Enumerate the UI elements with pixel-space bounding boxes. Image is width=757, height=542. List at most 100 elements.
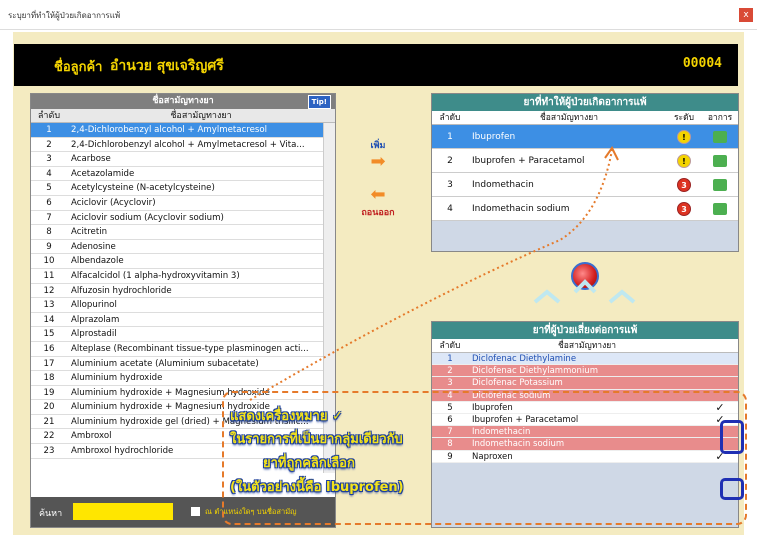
annotation-line-2: ในรายการที่เป็นยากลุ่มเดียวกับ	[230, 432, 403, 447]
risk-row[interactable]: 1 Diclofenac Diethylamine	[432, 353, 738, 366]
drug-row[interactable]: 3 Acarbose	[31, 152, 335, 167]
drug-row-index: 22	[43, 431, 55, 442]
drug-row-name: Alfacalcidol (1 alpha-hydroxyvitamin 3)	[71, 270, 240, 281]
allergy-row-index: 1	[447, 132, 453, 142]
tip-button[interactable]: Tip!	[307, 95, 331, 109]
drug-row-index: 20	[43, 402, 55, 413]
symptom-cell[interactable]	[702, 149, 738, 172]
drug-row-index: 13	[43, 300, 55, 311]
allergy-row-name: Ibuprofen	[472, 132, 516, 142]
drug-row-index: 18	[43, 373, 55, 384]
add-button-label: เพิ่ม	[370, 141, 386, 151]
drug-row-index: 1	[46, 125, 52, 135]
allergy-row[interactable]: 3 Indomethacin 3	[432, 173, 738, 197]
customer-label: ชื่อลูกค้า	[54, 60, 103, 75]
risk-row[interactable]: 2 Diclofenac Diethylammonium	[432, 365, 738, 378]
drug-row[interactable]: 15 Alprostadil	[31, 327, 335, 342]
annotation-line-3: ยาที่ถูกคลิกเลือก	[263, 456, 355, 471]
drug-row-index: 23	[43, 446, 55, 457]
highlight-box	[720, 420, 744, 454]
drug-row[interactable]: 16 Alteplase (Recombinant tissue-type pla…	[31, 342, 335, 357]
edit-note-icon[interactable]	[713, 154, 727, 167]
symptom-cell[interactable]	[702, 197, 738, 220]
allergy-col-level: ระดับ	[673, 113, 695, 123]
severity-cell: !	[666, 149, 702, 172]
drug-row-name: Acitretin	[71, 227, 108, 238]
drug-row-name: 2,4-Dichlorobenzyl alcohol + Amylmetacre…	[71, 139, 305, 150]
drug-row-name: Alprazolam	[71, 314, 120, 325]
drug-list-header: ลำดับ ชื่อสามัญทางยา	[31, 109, 335, 123]
drug-row[interactable]: 14 Alprazolam	[31, 313, 335, 328]
severity-icon: !	[677, 153, 691, 168]
annotation-line-4: (ในตัวอย่างนี้คือ Ibuprofen)	[230, 480, 404, 495]
drug-row-index: 8	[46, 227, 52, 238]
drug-row-index: 9	[46, 241, 52, 252]
drug-row-name: Alteplase (Recombinant tissue-type plasm…	[71, 343, 309, 354]
drug-row-name: Aluminium hydroxide	[71, 373, 163, 384]
drug-row[interactable]: 18 Aluminium hydroxide	[31, 371, 335, 386]
drug-row-index: 21	[43, 416, 55, 427]
drug-row[interactable]: 12 Alfuzosin hydrochloride	[31, 284, 335, 299]
severity-cell: !	[666, 125, 702, 148]
risk-title: ยาที่ผู้ป่วยเสี่ยงต่อการแพ้	[432, 322, 738, 339]
drug-row[interactable]: 6 Aciclovir (Acyclovir)	[31, 196, 335, 211]
allergy-row[interactable]: 2 Ibuprofen + Paracetamol!	[432, 149, 738, 173]
allergy-col-name: ชื่อสามัญทางยา	[540, 113, 598, 123]
search-input[interactable]	[73, 503, 173, 520]
allergy-row[interactable]: 4 Indomethacin sodium 3	[432, 197, 738, 221]
drug-row-name: Acarbose	[71, 154, 111, 165]
symptom-cell[interactable]	[702, 173, 738, 196]
symptom-cell[interactable]	[702, 125, 738, 148]
edit-note-icon[interactable]	[713, 178, 727, 191]
title-bar: ระบุยาที่ทำให้ผู้ป่วยเกิดอาการแพ้ x	[0, 0, 757, 30]
risk-row-index: 3	[447, 378, 453, 389]
drug-row-index: 6	[46, 197, 52, 208]
edit-note-icon[interactable]	[713, 202, 727, 215]
drug-row[interactable]: 13 Allopurinol	[31, 298, 335, 313]
risk-row-index: 1	[447, 354, 453, 364]
drug-row[interactable]: 10 Albendazole	[31, 254, 335, 269]
allergy-col-symptom: อาการ	[707, 113, 733, 123]
risk-row-name: Diclofenac Diethylamine	[472, 354, 577, 364]
drug-row[interactable]: 7 Aciclovir sodium (Acyclovir sodium)	[31, 211, 335, 226]
arrow-right-icon: ➡	[370, 151, 386, 172]
allergy-col-index: ลำดับ	[439, 113, 461, 123]
allergy-row-name: Ibuprofen + Paracetamol	[472, 156, 585, 166]
risk-row-name: Diclofenac Diethylammonium	[472, 366, 598, 377]
drug-row[interactable]: 11 Alfacalcidol (1 alpha-hydroxyvitamin 3…	[31, 269, 335, 284]
drug-row-index: 10	[43, 256, 55, 267]
drug-row-index: 11	[43, 270, 55, 281]
drug-row[interactable]: 1 2,4-Dichlorobenzyl alcohol + Amylmetacr…	[31, 123, 335, 138]
check-icon	[702, 353, 738, 364]
drug-row-index: 7	[46, 212, 52, 223]
arrow-left-icon: ⬅	[370, 184, 386, 205]
drug-row-index: 12	[43, 285, 55, 296]
drug-row[interactable]: 2 2,4-Dichlorobenzyl alcohol + Amylmetacr…	[31, 138, 335, 153]
allergy-row-index: 2	[447, 156, 453, 166]
allergy-row-index: 4	[447, 204, 453, 214]
drug-row[interactable]: 4 Acetazolamide	[31, 167, 335, 182]
edit-note-icon[interactable]	[713, 130, 727, 143]
allergy-rows: 1 Ibuprofen! 2 Ibuprofen + Paracetamol! 3 Ind…	[432, 125, 738, 221]
drug-row[interactable]: 8 Acitretin	[31, 225, 335, 240]
remove-button[interactable]: ⬅ ถอนออก	[355, 185, 401, 219]
allergy-panel: ยาที่ทำให้ผู้ป่วยเกิดอาการแพ้ ลำดับ ชื่อ…	[431, 93, 739, 252]
customer-header: ชื่อลูกค้า อำนวย สุขเจริญศรี 00004	[14, 44, 738, 86]
drug-row-name: Aciclovir sodium (Acyclovir sodium)	[71, 212, 224, 223]
drug-row-index: 4	[46, 168, 52, 179]
allergy-row[interactable]: 1 Ibuprofen!	[432, 125, 738, 149]
risk-row[interactable]: 3 Diclofenac Potassium	[432, 377, 738, 390]
risk-col-index: ลำดับ	[439, 341, 461, 351]
drug-row[interactable]: 17 Aluminium acetate (Aluminium subacetat…	[31, 357, 335, 372]
drug-row-name: Aciclovir (Acyclovir)	[71, 197, 156, 208]
drug-row[interactable]: 5 Acetylcysteine (N-acetylcysteine)	[31, 181, 335, 196]
drug-row-index: 3	[46, 154, 52, 165]
add-button[interactable]: เพิ่ม ➡	[355, 138, 401, 172]
search-anywhere-checkbox[interactable]	[191, 507, 200, 516]
drug-row[interactable]: 9 Adenosine	[31, 240, 335, 255]
allergy-title: ยาที่ทำให้ผู้ป่วยเกิดอาการแพ้	[432, 94, 738, 111]
risk-col-name: ชื่อสามัญทางยา	[558, 341, 616, 351]
search-label: ค้นหา	[39, 509, 63, 519]
check-icon	[702, 365, 738, 376]
close-button[interactable]: x	[739, 8, 753, 22]
